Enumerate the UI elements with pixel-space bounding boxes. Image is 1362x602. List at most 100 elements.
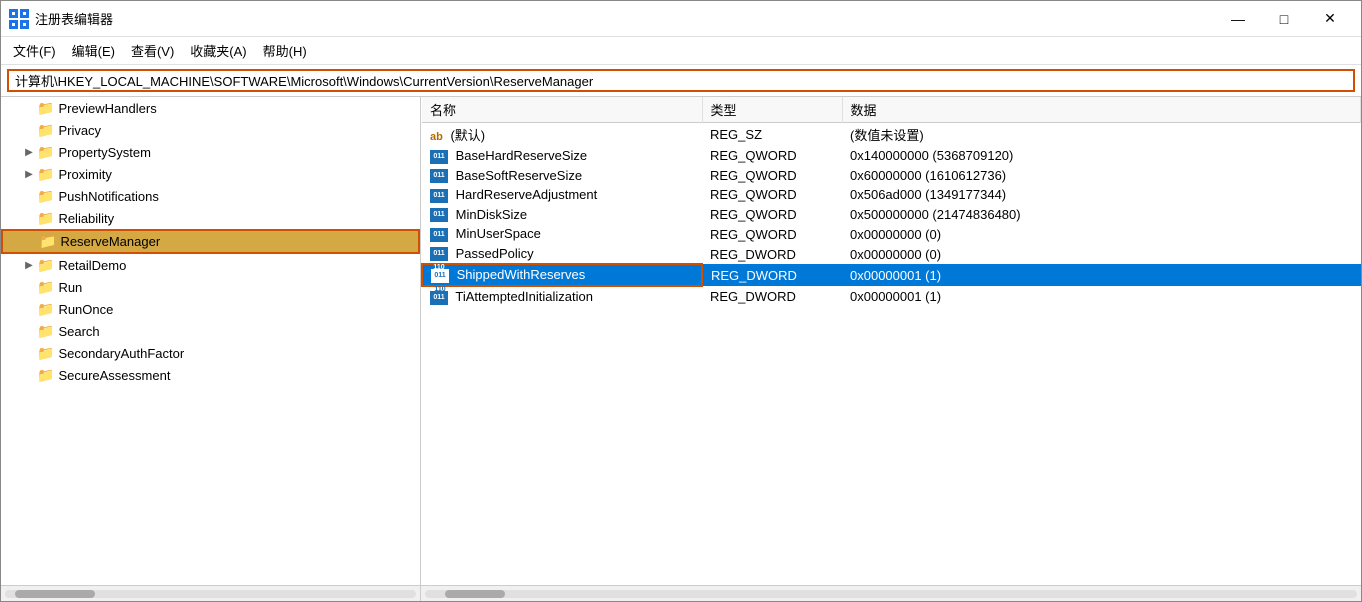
registry-table: 名称 类型 数据 ab (默认) REG_SZ — [421, 97, 1361, 307]
table-row[interactable]: 011110 BaseHardReserveSize REG_QWORD 0x1… — [422, 146, 1361, 166]
left-pane: 📁 PreviewHandlers 📁 Privacy ▶ 📁 Property… — [1, 97, 421, 601]
window-title: 注册表编辑器 — [35, 9, 113, 28]
folder-icon: 📁 — [37, 100, 54, 117]
table-row[interactable]: ab (默认) REG_SZ (数值未设置) — [422, 123, 1361, 147]
address-bar — [1, 65, 1361, 97]
bits-icon: 011110 — [430, 247, 448, 261]
cell-name-shipped: 011110 ShippedWithReserves — [422, 264, 702, 286]
maximize-button[interactable]: □ — [1261, 4, 1307, 34]
scrollbar-track — [425, 590, 1357, 598]
tree-label: PropertySystem — [58, 145, 150, 160]
close-button[interactable]: ✕ — [1307, 4, 1353, 34]
bits-icon: 011110 — [430, 150, 448, 164]
folder-icon: 📁 — [37, 144, 54, 161]
tree-container[interactable]: 📁 PreviewHandlers 📁 Privacy ▶ 📁 Property… — [1, 97, 420, 585]
cell-name: 011110 HardReserveAdjustment — [422, 185, 702, 205]
menu-file[interactable]: 文件(F) — [5, 39, 64, 62]
folder-icon: 📁 — [37, 301, 54, 318]
col-name: 名称 — [422, 97, 702, 123]
tree-item[interactable]: 📁 RunOnce — [1, 298, 420, 320]
registry-table-container[interactable]: 名称 类型 数据 ab (默认) REG_SZ — [421, 97, 1361, 585]
tree-arrow: ▶ — [21, 169, 37, 180]
scrollbar-thumb[interactable] — [445, 590, 505, 598]
tree-label: Search — [58, 324, 99, 339]
folder-icon: 📁 — [37, 367, 54, 384]
tree-item[interactable]: 📁 SecondaryAuthFactor — [1, 342, 420, 364]
menu-edit[interactable]: 编辑(E) — [64, 39, 123, 62]
tree-item[interactable]: 📁 Privacy — [1, 119, 420, 141]
col-data: 数据 — [842, 97, 1361, 123]
bits-icon: 011110 — [430, 208, 448, 222]
tree-item-reservemanager[interactable]: 📁 ReserveManager — [1, 229, 420, 254]
tree-label: SecureAssessment — [58, 368, 170, 383]
cell-type-shipped: REG_DWORD — [702, 264, 842, 286]
cell-type: REG_QWORD — [702, 166, 842, 186]
tree-item[interactable]: 📁 Search — [1, 320, 420, 342]
folder-icon: 📁 — [37, 257, 54, 274]
tree-label: Run — [58, 280, 82, 295]
minimize-button[interactable]: — — [1215, 4, 1261, 34]
tree-label: Privacy — [58, 123, 101, 138]
tree-item[interactable]: 📁 Reliability — [1, 207, 420, 229]
table-header-row: 名称 类型 数据 — [422, 97, 1361, 123]
cell-data: 0x140000000 (5368709120) — [842, 146, 1361, 166]
address-input[interactable] — [7, 69, 1355, 92]
table-row[interactable]: 011110 BaseSoftReserveSize REG_QWORD 0x6… — [422, 166, 1361, 186]
ab-icon: ab — [430, 131, 443, 143]
table-row[interactable]: 011110 MinDiskSize REG_QWORD 0x500000000… — [422, 205, 1361, 225]
col-type: 类型 — [702, 97, 842, 123]
tree-item[interactable]: ▶ 📁 PropertySystem — [1, 141, 420, 163]
table-row[interactable]: 011110 TiAttemptedInitialization REG_DWO… — [422, 286, 1361, 307]
tree-item[interactable]: ▶ 📁 Proximity — [1, 163, 420, 185]
table-row[interactable]: 011110 HardReserveAdjustment REG_QWORD 0… — [422, 185, 1361, 205]
tree-label: RetailDemo — [58, 258, 126, 273]
tree-horizontal-scrollbar[interactable] — [1, 585, 420, 601]
menu-help[interactable]: 帮助(H) — [255, 39, 315, 62]
cell-data: 0x00000000 (0) — [842, 244, 1361, 265]
tree-label: Reliability — [58, 211, 114, 226]
table-row[interactable]: 011110 PassedPolicy REG_DWORD 0x00000000… — [422, 244, 1361, 265]
menu-bar: 文件(F) 编辑(E) 查看(V) 收藏夹(A) 帮助(H) — [1, 37, 1361, 65]
folder-icon: 📁 — [37, 345, 54, 362]
folder-icon: 📁 — [37, 323, 54, 340]
tree-label: SecondaryAuthFactor — [58, 346, 184, 361]
title-bar: 注册表编辑器 — □ ✕ — [1, 1, 1361, 37]
window-controls: — □ ✕ — [1215, 4, 1353, 34]
folder-icon: 📁 — [37, 210, 54, 227]
cell-type: REG_SZ — [702, 123, 842, 147]
tree-item[interactable]: ▶ 📁 RetailDemo — [1, 254, 420, 276]
bits-icon: 011110 — [430, 291, 448, 305]
cell-data: 0x00000000 (0) — [842, 224, 1361, 244]
tree-item[interactable]: 📁 PushNotifications — [1, 185, 420, 207]
tree-arrow: ▶ — [21, 260, 37, 271]
folder-icon: 📁 — [39, 233, 56, 250]
registry-editor-window: 注册表编辑器 — □ ✕ 文件(F) 编辑(E) 查看(V) 收藏夹(A) 帮助… — [0, 0, 1362, 602]
tree-label: ReserveManager — [60, 234, 160, 249]
table-row[interactable]: 011110 MinUserSpace REG_QWORD 0x00000000… — [422, 224, 1361, 244]
table-row-shipped[interactable]: 011110 ShippedWithReserves REG_DWORD 0x0… — [422, 264, 1361, 286]
cell-type: REG_QWORD — [702, 224, 842, 244]
menu-favorites[interactable]: 收藏夹(A) — [182, 39, 254, 62]
cell-name: 011110 MinUserSpace — [422, 224, 702, 244]
cell-data-shipped: 0x00000001 (1) — [842, 264, 1361, 286]
folder-icon: 📁 — [37, 279, 54, 296]
cell-name: 011110 BaseSoftReserveSize — [422, 166, 702, 186]
bits-icon: 011110 — [430, 169, 448, 183]
cell-type: REG_DWORD — [702, 244, 842, 265]
tree-label: RunOnce — [58, 302, 113, 317]
cell-name: 011110 TiAttemptedInitialization — [422, 286, 702, 307]
cell-type: REG_DWORD — [702, 286, 842, 307]
cell-name: 011110 BaseHardReserveSize — [422, 146, 702, 166]
cell-name: 011110 MinDiskSize — [422, 205, 702, 225]
title-bar-left: 注册表编辑器 — [9, 9, 113, 29]
tree-item[interactable]: 📁 Run — [1, 276, 420, 298]
tree-item[interactable]: 📁 PreviewHandlers — [1, 97, 420, 119]
cell-data: 0x506ad000 (1349177344) — [842, 185, 1361, 205]
cell-data: 0x00000001 (1) — [842, 286, 1361, 307]
main-content: 📁 PreviewHandlers 📁 Privacy ▶ 📁 Property… — [1, 97, 1361, 601]
menu-view[interactable]: 查看(V) — [123, 39, 182, 62]
cell-data: (数值未设置) — [842, 123, 1361, 147]
tree-item[interactable]: 📁 SecureAssessment — [1, 364, 420, 386]
table-horizontal-scrollbar[interactable] — [421, 585, 1361, 601]
cell-type: REG_QWORD — [702, 205, 842, 225]
